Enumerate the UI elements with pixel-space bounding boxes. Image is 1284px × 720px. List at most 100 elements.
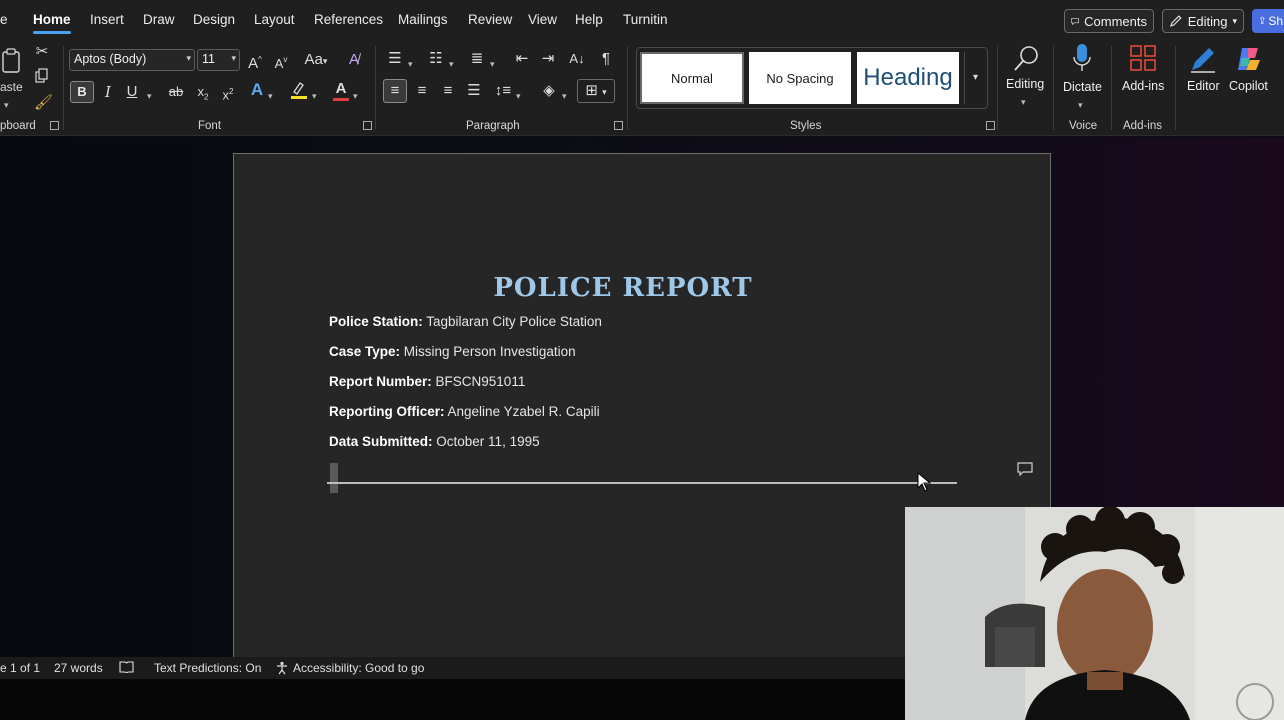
tab-view[interactable]: View — [528, 12, 557, 27]
field-reporting-officer[interactable]: Reporting Officer: Angeline Yzabel R. Ca… — [329, 404, 600, 419]
chevron-down-icon[interactable]: ▾ — [1021, 93, 1026, 111]
grow-font-icon[interactable]: A^ — [247, 51, 263, 73]
text-effects-icon[interactable]: A — [248, 81, 266, 99]
editing-mode-button[interactable]: Editing ▾ — [1162, 9, 1244, 33]
shrink-font-icon[interactable]: Av — [273, 51, 289, 73]
show-formatting-icon[interactable]: ¶ — [597, 50, 615, 68]
styles-dialog-launcher-icon[interactable] — [986, 121, 995, 130]
editor-button[interactable]: Editor — [1187, 79, 1220, 93]
font-size-combo[interactable]: 11 ▾ — [197, 49, 240, 71]
increase-indent-icon[interactable]: ⇥ — [538, 50, 558, 68]
paste-label[interactable]: aste — [0, 80, 23, 94]
page-count[interactable]: e 1 of 1 — [0, 661, 40, 675]
editing-group-button[interactable]: Editing — [1006, 77, 1044, 91]
cut-icon[interactable]: ✂ — [34, 43, 50, 61]
tab-design[interactable]: Design — [193, 12, 235, 27]
tab-layout[interactable]: Layout — [254, 12, 295, 27]
comments-button[interactable]: Comments — [1064, 9, 1154, 33]
tab-mailings[interactable]: Mailings — [398, 12, 448, 27]
chevron-down-icon[interactable]: ▾ — [490, 55, 495, 73]
text-predictions-status[interactable]: Text Predictions: On — [154, 661, 261, 675]
clipboard-dialog-launcher-icon[interactable] — [50, 121, 59, 130]
font-color-icon[interactable]: A — [332, 80, 350, 101]
document-title[interactable]: POLICE REPORT — [0, 273, 1246, 303]
chevron-down-icon[interactable]: ▾ — [408, 55, 413, 73]
field-report-number[interactable]: Report Number: BFSCN951011 — [329, 374, 525, 389]
multilevel-list-icon[interactable]: ≣ — [467, 50, 487, 68]
font-dialog-launcher-icon[interactable] — [363, 121, 372, 130]
tab-draw[interactable]: Draw — [143, 12, 175, 27]
chevron-down-icon[interactable]: ▾ — [562, 87, 567, 105]
field-police-station[interactable]: Police Station: Tagbilaran City Police S… — [329, 314, 602, 329]
chevron-down-icon[interactable]: ▾ — [312, 87, 317, 105]
chevron-down-icon[interactable]: ▾ — [516, 87, 521, 105]
style-no-spacing[interactable]: No Spacing — [749, 52, 851, 104]
field-case-type[interactable]: Case Type: Missing Person Investigation — [329, 344, 576, 359]
tab-help[interactable]: Help — [575, 12, 603, 27]
divider — [1053, 46, 1054, 130]
align-right-icon[interactable]: ≡ — [438, 82, 458, 100]
chevron-down-icon[interactable]: ▾ — [268, 87, 273, 105]
paste-icon[interactable] — [0, 48, 24, 76]
chevron-down-icon[interactable]: ▾ — [4, 96, 9, 114]
format-painter-icon[interactable]: 🖌 — [34, 94, 53, 112]
chevron-down-icon: ▾ — [186, 53, 191, 63]
addins-grid-icon[interactable] — [1128, 44, 1158, 77]
numbering-icon[interactable]: ☷ — [426, 50, 446, 68]
accessibility-icon[interactable] — [275, 661, 290, 678]
editor-pen-icon[interactable] — [1188, 44, 1218, 79]
style-normal[interactable]: Normal — [640, 52, 744, 104]
divider — [63, 46, 64, 130]
tab-insert[interactable]: Insert — [90, 12, 124, 27]
clear-formatting-icon[interactable]: A̸ — [344, 51, 364, 69]
field-label: Reporting Officer: — [329, 404, 445, 419]
align-left-icon[interactable]: ≡ — [383, 79, 407, 103]
copilot-button[interactable]: Copilot — [1229, 79, 1268, 93]
tab-home[interactable]: Home — [33, 12, 71, 27]
share-button[interactable]: ⇪ Sh — [1252, 9, 1284, 33]
highlight-icon[interactable] — [288, 80, 310, 105]
chevron-down-icon[interactable]: ▾ — [1078, 96, 1083, 114]
bullets-icon[interactable]: ☰ — [385, 50, 405, 68]
field-date-submitted[interactable]: Data Submitted: October 11, 1995 — [329, 434, 540, 449]
line-spacing-icon[interactable]: ↕≡ — [492, 82, 514, 100]
field-value: Missing Person Investigation — [403, 344, 576, 359]
book-icon[interactable] — [119, 661, 134, 676]
dictate-button[interactable]: Dictate — [1063, 80, 1102, 94]
tab-turnitin[interactable]: Turnitin — [623, 12, 668, 27]
style-heading[interactable]: Heading — [857, 52, 959, 104]
tab-file[interactable]: e — [0, 12, 8, 27]
word-count[interactable]: 27 words — [54, 661, 103, 675]
subscript-button[interactable]: x2 — [195, 83, 211, 107]
tab-references[interactable]: References — [314, 12, 383, 27]
addins-button[interactable]: Add-ins — [1122, 79, 1164, 93]
justify-icon[interactable]: ☰ — [464, 82, 484, 100]
italic-button[interactable]: I — [101, 83, 115, 101]
paragraph-dialog-launcher-icon[interactable] — [614, 121, 623, 130]
strikethrough-button[interactable]: ab — [166, 83, 186, 101]
shading-icon[interactable]: ◈ — [539, 82, 559, 100]
copilot-icon[interactable] — [1234, 44, 1264, 79]
tab-review[interactable]: Review — [468, 12, 512, 27]
superscript-button[interactable]: x2 — [220, 83, 236, 104]
field-value: Tagbilaran City Police Station — [426, 314, 602, 329]
chevron-down-icon[interactable]: ▾ — [449, 55, 454, 73]
align-center-icon[interactable]: ≡ — [412, 82, 432, 100]
styles-more-icon[interactable]: ▾ — [964, 52, 986, 104]
webcam-person-image — [905, 507, 1284, 720]
sort-icon[interactable]: A↓ — [566, 50, 588, 68]
underline-button[interactable]: U — [125, 83, 139, 101]
change-case-icon[interactable]: Aa▾ — [301, 51, 331, 70]
borders-icon[interactable]: ⊞ ▾ — [577, 79, 615, 103]
font-name-combo[interactable]: Aptos (Body) ▾ — [69, 49, 195, 71]
bold-button[interactable]: B — [70, 81, 94, 103]
microphone-icon[interactable] — [1071, 43, 1093, 78]
copy-icon[interactable] — [34, 68, 50, 89]
chevron-down-icon[interactable]: ▾ — [353, 87, 358, 105]
search-icon[interactable] — [1010, 44, 1042, 79]
accessibility-status[interactable]: Accessibility: Good to go — [293, 661, 424, 675]
decrease-indent-icon[interactable]: ⇤ — [512, 50, 532, 68]
chevron-down-icon[interactable]: ▾ — [147, 87, 152, 105]
new-comment-icon[interactable] — [1017, 462, 1033, 479]
paragraph-group-label: Paragraph — [466, 120, 520, 132]
